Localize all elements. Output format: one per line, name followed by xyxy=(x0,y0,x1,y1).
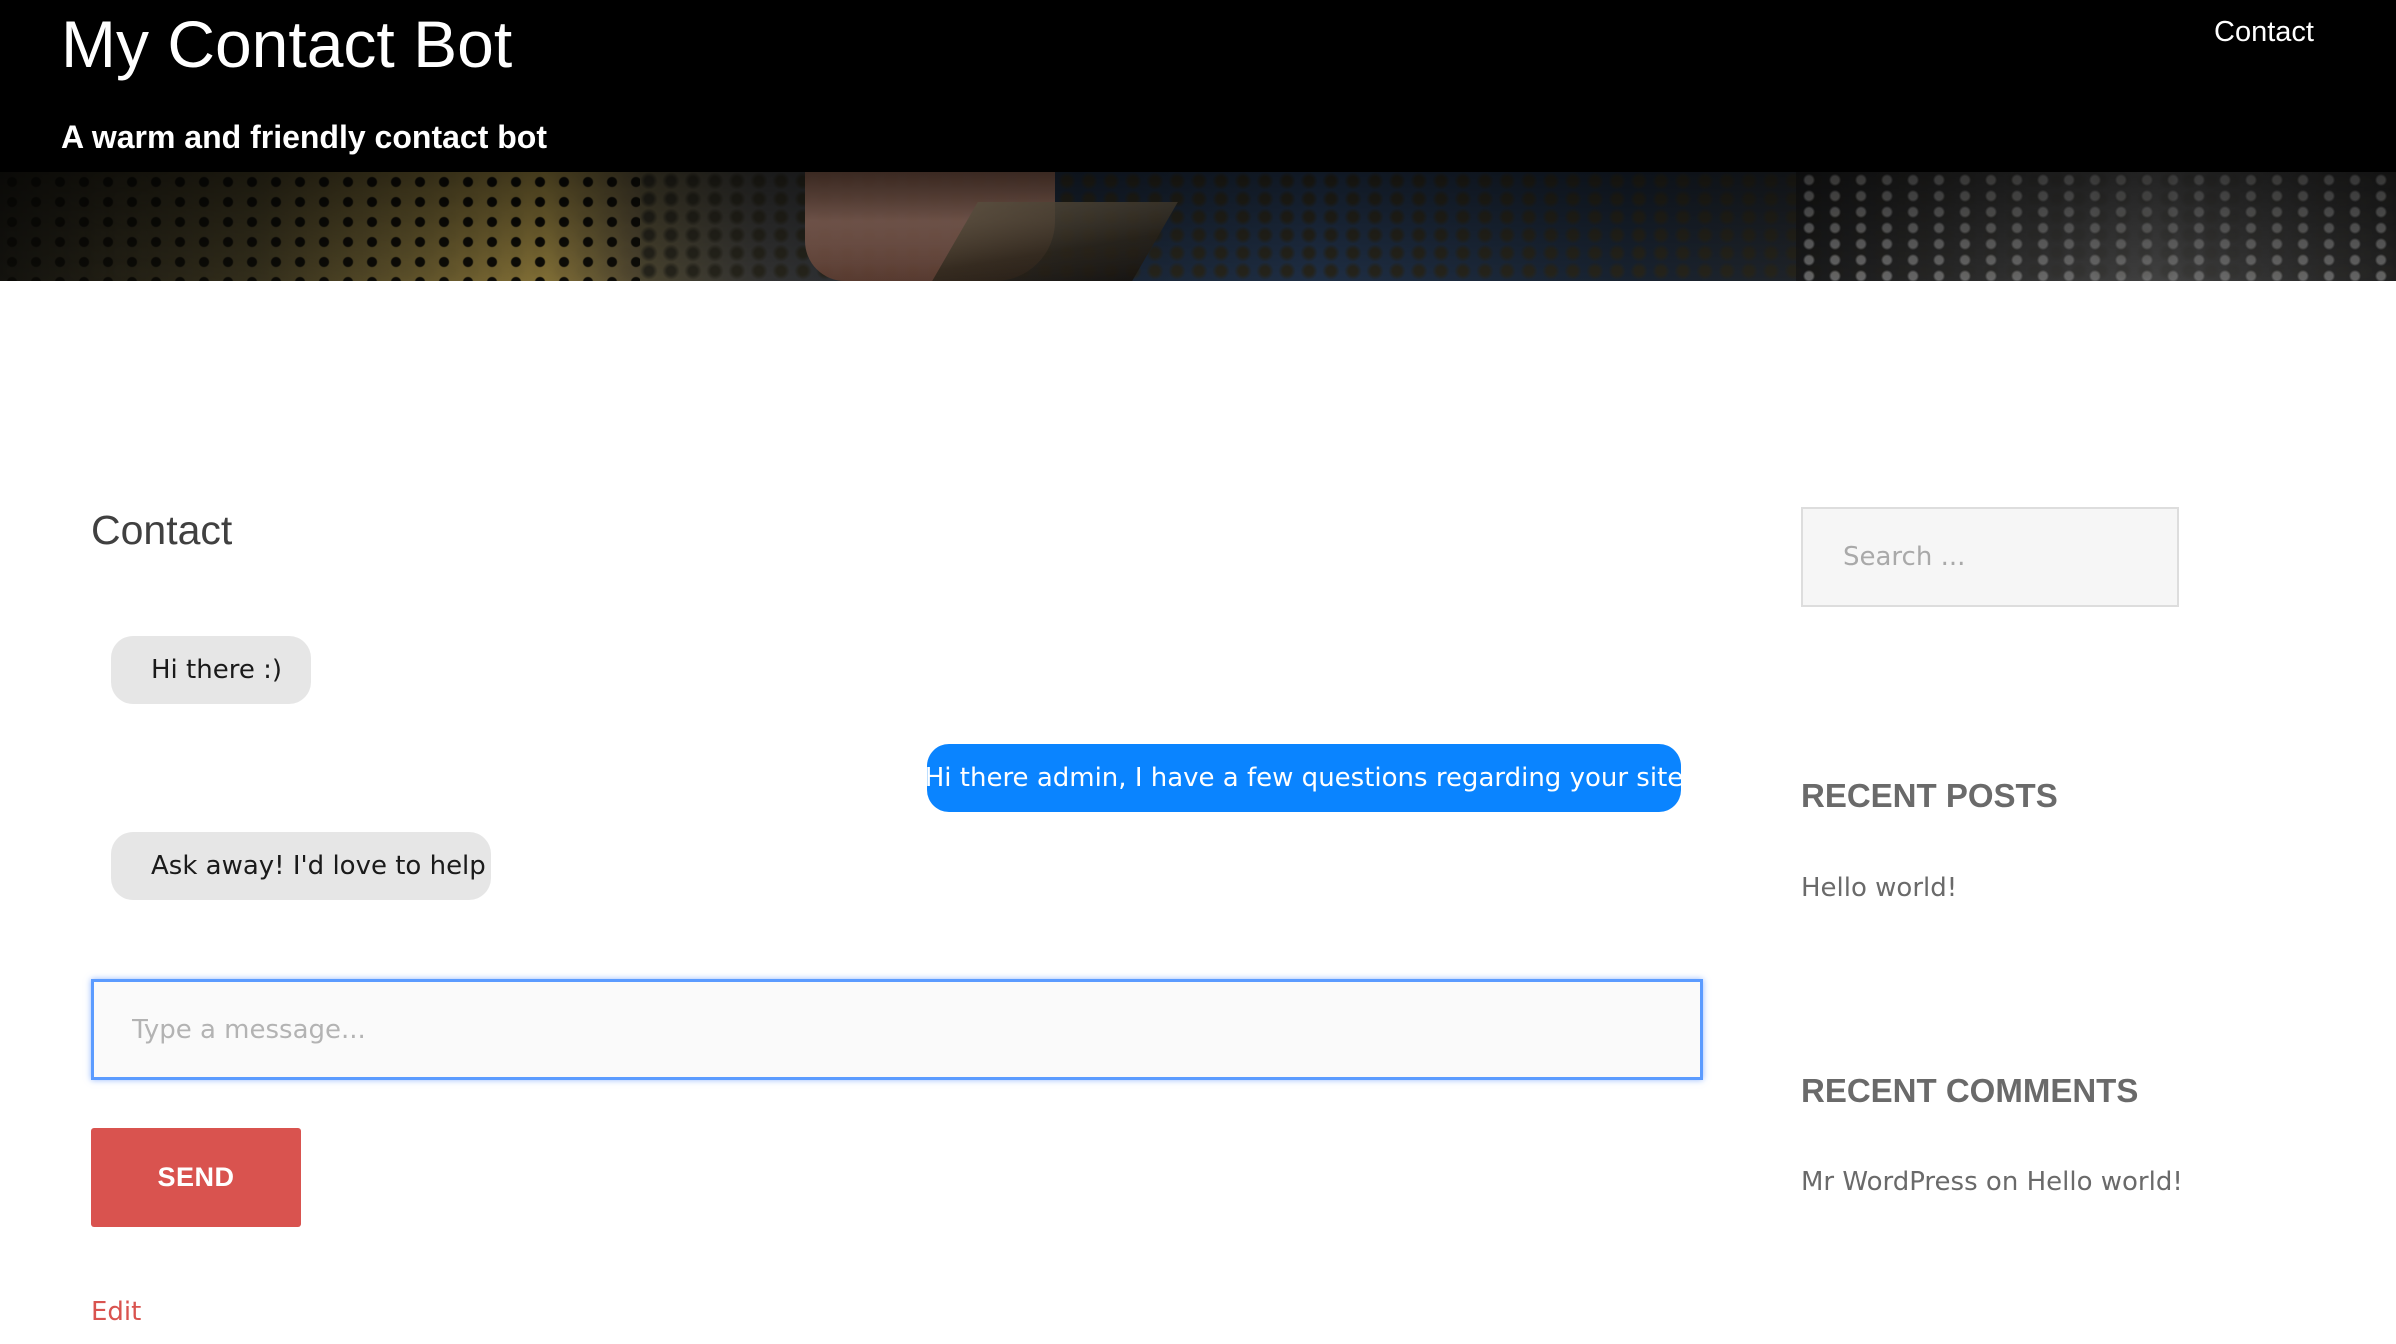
recent-posts-title: RECENT POSTS xyxy=(1801,777,2058,814)
site-title[interactable]: My Contact Bot xyxy=(61,4,512,84)
recent-comments-title: RECENT COMMENTS xyxy=(1801,1072,2139,1109)
nav-contact-link[interactable]: Contact xyxy=(2214,12,2314,52)
site-header: My Contact Bot A warm and friendly conta… xyxy=(0,0,2396,281)
header-image xyxy=(0,172,2396,281)
page-title: Contact xyxy=(91,507,233,553)
site-description: A warm and friendly contact bot xyxy=(61,119,547,155)
send-button[interactable]: SEND xyxy=(91,1128,301,1227)
recent-comment-item: Mr WordPress on Hello world! xyxy=(1801,1164,2183,1200)
edit-link[interactable]: Edit xyxy=(91,1294,141,1330)
search-input[interactable] xyxy=(1801,507,2179,607)
comment-post-link[interactable]: Hello world! xyxy=(2027,1167,2183,1197)
message-input[interactable] xyxy=(91,979,1703,1080)
recent-post-link[interactable]: Hello world! xyxy=(1801,870,1957,906)
chat-message-bot: Hi there :) xyxy=(111,636,311,704)
comment-connector: on xyxy=(1977,1167,2027,1197)
comment-author-link[interactable]: Mr WordPress xyxy=(1801,1167,1978,1197)
chat-message-user: Hi there admin, I have a few questions r… xyxy=(925,744,1683,812)
chat-message-bot: Ask away! I'd love to help xyxy=(111,832,491,900)
